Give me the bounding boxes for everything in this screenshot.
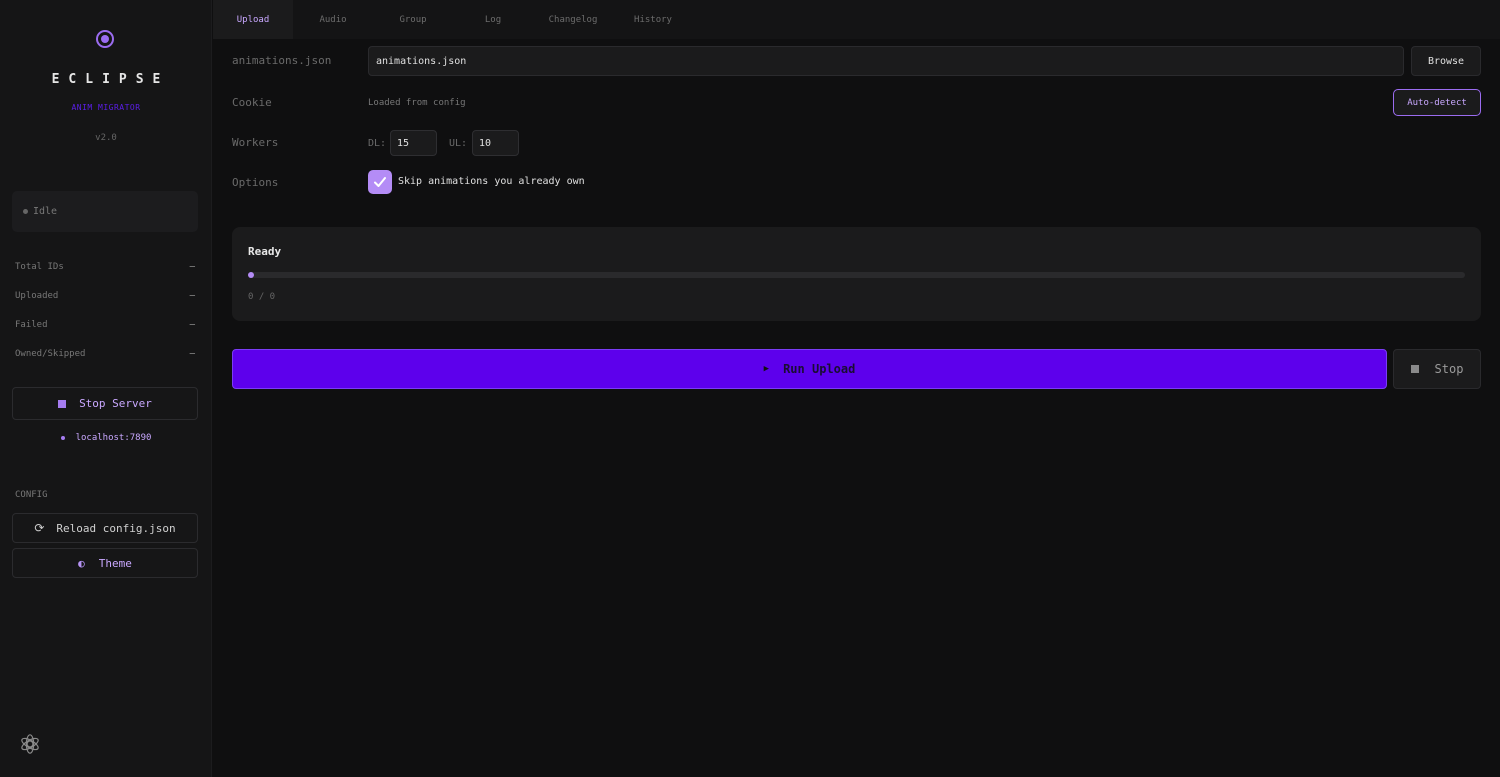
- stat-value: —: [189, 262, 195, 272]
- sidebar: ECLIPSE ANIM MIGRATOR v2.0 Idle Total ID…: [0, 0, 212, 777]
- stop-button[interactable]: Stop: [1393, 349, 1481, 389]
- dl-label: DL:: [368, 138, 387, 149]
- stat-label: Owned/Skipped: [15, 349, 86, 359]
- progress-card: Ready 0 / 0: [232, 227, 1481, 321]
- stat-label: Uploaded: [15, 291, 59, 301]
- stat-label: Total IDs: [15, 262, 64, 272]
- stat-uploaded: Uploaded —: [15, 291, 195, 320]
- stat-failed: Failed —: [15, 320, 195, 349]
- square-icon: [58, 399, 67, 408]
- tab-log[interactable]: Log: [453, 0, 533, 39]
- run-upload-label: Run Upload: [783, 362, 856, 376]
- stat-value: —: [189, 349, 195, 359]
- tab-history[interactable]: History: [613, 0, 693, 39]
- stat-label: Failed: [15, 320, 48, 330]
- theme-button[interactable]: ◐ Theme: [12, 548, 198, 578]
- server-dot-icon: [60, 436, 65, 440]
- reload-icon: ⟳: [34, 521, 45, 535]
- file-field-label: animations.json: [232, 54, 332, 67]
- stop-server-label: Stop Server: [79, 397, 152, 410]
- stat-total-ids: Total IDs —: [15, 262, 195, 291]
- skip-owned-checkbox[interactable]: [368, 170, 392, 194]
- tab-bar: Upload Audio Group Log Changelog History: [213, 0, 1500, 39]
- auto-detect-button[interactable]: Auto-detect: [1393, 89, 1481, 116]
- ul-label: UL:: [449, 138, 468, 149]
- theme-label: Theme: [98, 556, 132, 570]
- stat-value: —: [189, 291, 195, 301]
- app-version: v2.0: [95, 133, 117, 143]
- browse-button[interactable]: Browse: [1411, 46, 1481, 76]
- status-dot-icon: [23, 209, 28, 214]
- config-section-title: CONFIG: [15, 490, 48, 500]
- progress-count: 0 / 0: [248, 292, 276, 302]
- gear-icon[interactable]: [19, 733, 41, 755]
- half-moon-icon: ◐: [78, 556, 85, 570]
- stat-owned-skipped: Owned/Skipped —: [15, 349, 195, 378]
- tab-changelog[interactable]: Changelog: [533, 0, 613, 39]
- status-text: Idle: [33, 206, 58, 217]
- stop-label: Stop: [1434, 362, 1464, 376]
- skip-owned-label: Skip animations you already own: [398, 176, 585, 187]
- progress-bar: [248, 272, 1465, 278]
- workers-label: Workers: [232, 136, 279, 149]
- stop-server-button[interactable]: Stop Server: [12, 387, 198, 420]
- server-address-text: localhost:7890: [75, 433, 152, 443]
- progress-title: Ready: [248, 245, 282, 258]
- tab-upload[interactable]: Upload: [213, 0, 293, 39]
- reload-config-label: Reload config.json: [56, 521, 176, 535]
- run-upload-button[interactable]: ▶ Run Upload: [232, 349, 1387, 389]
- dl-workers-input[interactable]: [390, 130, 437, 156]
- eclipse-logo-icon: [96, 30, 114, 48]
- file-path-input[interactable]: [368, 46, 1404, 76]
- server-address: localhost:7890: [0, 433, 212, 443]
- stat-value: —: [189, 320, 195, 330]
- app-subtitle: ANIM MIGRATOR: [71, 103, 141, 112]
- app-brand: ECLIPSE: [51, 72, 170, 87]
- play-icon: ▶: [763, 364, 770, 374]
- status-indicator: Idle: [12, 191, 198, 232]
- checkmark-icon: [374, 177, 386, 187]
- cookie-status: Loaded from config: [368, 98, 466, 108]
- ul-workers-input[interactable]: [472, 130, 519, 156]
- cookie-label: Cookie: [232, 96, 272, 109]
- progress-fill: [248, 272, 254, 278]
- tab-audio[interactable]: Audio: [293, 0, 373, 39]
- reload-config-button[interactable]: ⟳ Reload config.json: [12, 513, 198, 543]
- stop-square-icon: [1410, 365, 1419, 373]
- tab-group[interactable]: Group: [373, 0, 453, 39]
- stats-list: Total IDs — Uploaded — Failed — Owned/Sk…: [15, 262, 195, 378]
- options-label: Options: [232, 176, 279, 189]
